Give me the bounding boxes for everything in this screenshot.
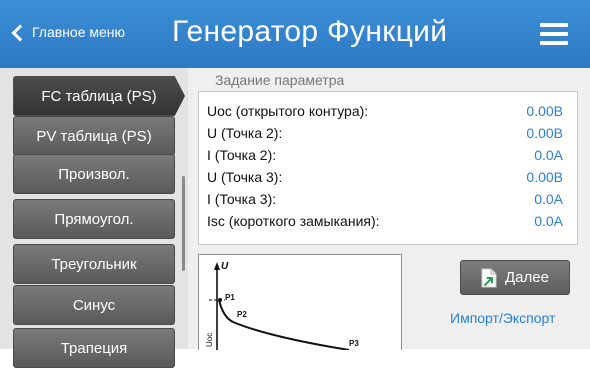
page-title: Генератор Функций — [172, 15, 448, 48]
tab-square[interactable]: Прямоугол. — [13, 199, 175, 239]
param-row-uoc[interactable]: Uoc (открытого контура): 0.00В — [207, 103, 567, 119]
import-export-link[interactable]: Импорт/Экспорт — [450, 310, 555, 326]
iv-curve-preview: U Uoc P1 P2 P3 — [198, 254, 402, 351]
param-value[interactable]: 0.0А — [534, 191, 563, 207]
tab-arbitrary[interactable]: Произвол. — [13, 154, 175, 194]
param-label: U (Точка 2): — [207, 125, 283, 141]
tab-sine[interactable]: Синус — [13, 285, 175, 325]
tab-trapezoid[interactable]: Трапеция — [13, 328, 175, 368]
param-value[interactable]: 0.0А — [534, 147, 563, 163]
next-button[interactable]: Далее — [460, 260, 570, 295]
section-label: Задание параметра — [215, 72, 345, 88]
param-value[interactable]: 0.00В — [526, 125, 563, 141]
param-label: Isc (короткого замыкания): — [207, 213, 380, 229]
param-label: I (Точка 2): — [207, 147, 277, 163]
iv-curve-line — [218, 299, 350, 351]
main-menu-back-button[interactable]: Главное меню — [11, 24, 126, 41]
iv-curve-graphic: U Uoc P1 P2 P3 — [205, 261, 359, 351]
param-value[interactable]: 0.00В — [526, 169, 563, 185]
chevron-left-icon — [11, 24, 29, 41]
param-label: Uoc (открытого контура): — [207, 103, 369, 119]
hamburger-menu-icon[interactable] — [540, 23, 568, 45]
y-axis-label: U — [221, 261, 229, 272]
param-label: U (Точка 3): — [207, 169, 283, 185]
main-menu-back-label: Главное меню — [32, 24, 126, 40]
param-label: I (Точка 3): — [207, 191, 277, 207]
header-bar: Главное меню Генератор Функций — [0, 0, 590, 68]
param-row-i-point3[interactable]: I (Точка 3): 0.0А — [207, 191, 567, 207]
param-row-u-point2[interactable]: U (Точка 2): 0.00В — [207, 125, 567, 141]
point-p2-label: P2 — [237, 310, 247, 319]
next-button-label: Далее — [505, 269, 549, 286]
uoc-axis-label: Uoc — [205, 333, 214, 347]
point-p3-label: P3 — [349, 339, 359, 348]
tab-fc-table[interactable]: FC таблица (PS) — [13, 76, 185, 116]
content-area: Задание параметра Uoc (открытого контура… — [188, 68, 590, 351]
document-arrow-icon — [481, 268, 497, 287]
param-value[interactable]: 0.0А — [534, 213, 563, 229]
param-row-isc[interactable]: Isc (короткого замыкания): 0.0А — [207, 213, 567, 229]
point-p1-marker — [218, 298, 222, 302]
parameter-list: Uoc (открытого контура): 0.00В U (Точка … — [198, 91, 578, 245]
sidebar-scrollbar[interactable] — [182, 176, 185, 271]
function-type-sidebar: FC таблица (PS) PV таблица (PS) Произвол… — [0, 68, 188, 368]
point-p1-label: P1 — [225, 293, 235, 302]
param-row-i-point2[interactable]: I (Точка 2): 0.0А — [207, 147, 567, 163]
y-axis-arrow — [214, 262, 220, 270]
param-value[interactable]: 0.00В — [526, 103, 563, 119]
param-row-u-point3[interactable]: U (Точка 3): 0.00В — [207, 169, 567, 185]
tab-pv-table[interactable]: PV таблица (PS) — [13, 116, 175, 156]
tab-triangle[interactable]: Треугольник — [13, 244, 175, 284]
